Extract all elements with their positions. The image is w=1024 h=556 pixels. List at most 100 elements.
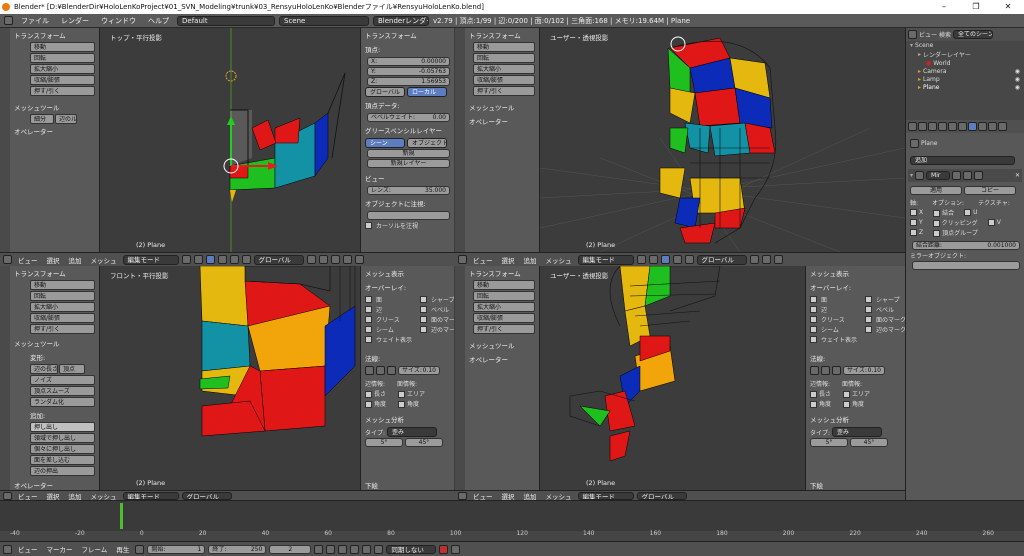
loop-cut-button[interactable]: 辺のループ [55,114,77,124]
persp-view-mesh[interactable] [540,28,905,252]
editor-type-icon-tr[interactable] [458,255,467,264]
transform-panel-header[interactable]: トランスフォーム [0,28,99,42]
outliner-item-render-layers[interactable]: レンダーレイヤー [923,50,971,59]
viewport-user-persp-2[interactable]: ユーザー・透視投影 (2) Plane [540,266,805,490]
vertex-select-icon-tr[interactable] [749,255,759,264]
mesh-analysis-header-br[interactable]: メッシュ分析 [806,412,905,426]
modifier-remove-icon[interactable]: ✕ [1015,172,1020,179]
normal-face-icon[interactable] [387,366,396,375]
overlay-crease-checkbox[interactable] [365,316,372,323]
orientation-select[interactable]: グローバル [253,254,304,265]
mesh-menu-bl[interactable]: メッシュ [88,491,120,501]
normal-loop-icon-br[interactable] [821,366,830,375]
overlay-face-mark-checkbox[interactable] [420,316,428,323]
operator-panel-header-tr[interactable]: オペレーター [455,114,539,128]
menu-window[interactable]: ウィンドウ [97,16,140,26]
manipulator-icon[interactable] [205,255,215,264]
vertex-z-field[interactable]: Z: 1.56953 [367,77,450,86]
mesh-tools-header-tr[interactable]: メッシュツール [455,100,539,114]
outliner-editor-icon[interactable] [908,30,917,39]
move-button-tr[interactable]: 移動 [473,42,535,52]
rotate-button-br[interactable]: 回転 [473,291,535,301]
outliner-item-scene[interactable]: Scene [915,42,933,49]
analysis-max-field-br[interactable]: 45° [850,438,888,447]
gp-object-toggle[interactable]: オブジェクト [407,138,447,148]
overlay-edge-mark-checkbox[interactable] [420,326,428,333]
vertex-slide-button[interactable]: 頂点 [59,364,85,374]
operator-panel-header-br[interactable]: オペレーター [455,352,539,366]
operator-panel-header-bl[interactable]: オペレーター [0,478,57,490]
mesh-analysis-header[interactable]: メッシュ分析 [361,412,454,426]
transform-panel-header-bl[interactable]: トランスフォーム [0,266,99,280]
overlay-edges-checkbox-br[interactable] [810,306,817,313]
scene-select[interactable]: Scene [279,15,369,26]
visibility-eye-icon-lamp[interactable]: ◉ [1015,76,1020,83]
viewport-user-persp[interactable]: ユーザー・透視投影 (2) Plane [540,28,905,252]
record-icon[interactable] [439,544,449,554]
editor-type-icon[interactable] [3,255,12,264]
front-view-mesh[interactable] [100,266,360,490]
menu-file[interactable]: ファイル [17,16,53,26]
mesh-menu-tr[interactable]: メッシュ [543,255,575,265]
transform-panel-header-tr[interactable]: トランスフォーム [455,28,539,42]
current-frame-indicator[interactable] [120,503,123,529]
translate-icon-tr[interactable] [672,255,682,264]
scale-button[interactable]: 拡大縮小 [30,64,95,74]
overlay-seam-checkbox[interactable] [365,326,372,333]
move-button-bl[interactable]: 移動 [30,280,95,290]
layer-icon[interactable] [306,255,316,264]
mirror-clip-checkbox[interactable] [932,220,940,227]
inset-faces-button[interactable]: 面を差し込む [30,455,95,465]
select-menu-bl[interactable]: 選択 [44,491,63,501]
texture-tab-icon[interactable] [998,122,1007,131]
mirror-vgroup-checkbox[interactable] [933,230,941,237]
mirror-merge-checkbox[interactable] [933,210,941,217]
overlay-seam-checkbox-br[interactable] [810,326,817,333]
edge-select-icon-tr[interactable] [761,255,771,264]
timeline-strip[interactable] [0,501,1024,531]
timeline-editor-icon[interactable] [3,544,12,554]
push-pull-button-br[interactable]: 押す/引く [473,324,535,334]
edge-select-icon[interactable] [330,255,340,264]
overlay-sharp-checkbox-br[interactable] [865,296,873,303]
play-reverse-icon[interactable] [338,544,348,554]
lock-cursor-checkbox[interactable] [365,222,372,229]
tool-shelf-tabs-tr[interactable] [455,28,465,252]
overlay-face-mark-checkbox-br[interactable] [865,316,873,323]
outliner-item-camera[interactable]: Camera [923,68,947,75]
normal-vertex-icon[interactable] [365,366,374,375]
extrude-region-button[interactable]: 領域で押し出し [30,433,95,443]
analysis-type-select-br[interactable]: 歪み [832,427,883,437]
shrink-button-bl[interactable]: 収縮/膨張 [30,313,95,323]
play-icon[interactable] [350,544,360,554]
view-menu-br[interactable]: ビュー [470,491,496,501]
modifiers-tab-icon[interactable] [968,122,977,131]
face-area-checkbox-br[interactable] [843,391,851,398]
face-select-icon[interactable] [342,255,352,264]
view-menu-tr[interactable]: ビュー [470,255,496,265]
material-tab-icon[interactable] [988,122,997,131]
outliner-search-menu[interactable]: 検索 [939,30,951,39]
local-toggle[interactable]: ローカル [407,87,447,97]
shading-icon-tr[interactable] [636,255,646,264]
outliner-item-plane[interactable]: Plane [923,84,939,91]
scale-icon[interactable] [241,255,251,264]
tool-shelf-tabs[interactable] [0,28,10,252]
top-view-mesh[interactable] [100,28,360,252]
edge-length-checkbox[interactable] [365,391,372,398]
edge-angle-checkbox-br[interactable] [810,401,817,408]
orientation-select-tr[interactable]: グローバル [696,254,747,265]
shrink-button[interactable]: 収縮/膨張 [30,75,95,85]
face-angle-checkbox[interactable] [398,401,406,408]
mirror-object-field[interactable] [912,261,1020,270]
add-menu[interactable]: 追加 [66,255,85,265]
gp-new-layer-button[interactable]: 新規レイヤー [367,159,450,168]
modifier-render-icon[interactable] [952,171,962,180]
viewport-top[interactable]: トップ・平行投影 (2) Plane [100,28,360,252]
n-transform-header[interactable]: トランスフォーム [361,28,454,42]
randomize-button[interactable]: ランダム化 [30,397,95,407]
subdivide-button[interactable]: 細分 [30,114,54,124]
pivot-icon-tr[interactable] [648,255,658,264]
keying-set-icon[interactable] [451,544,461,554]
add-menu-tr[interactable]: 追加 [521,255,540,265]
